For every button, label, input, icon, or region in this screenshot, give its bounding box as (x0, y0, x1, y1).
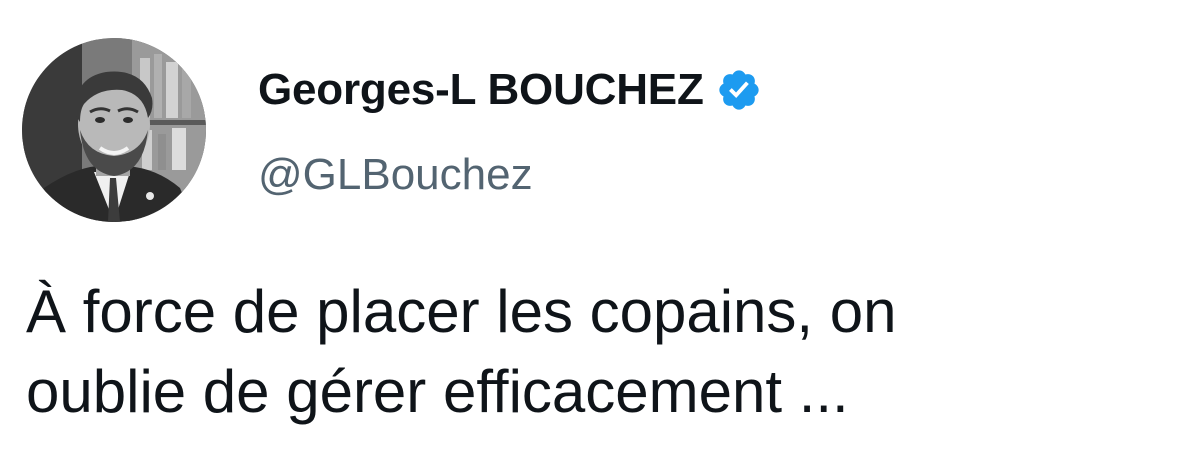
tweet-text-line: oublie de gérer efficacement ... (26, 358, 849, 425)
avatar[interactable] (22, 38, 206, 222)
tweet-text: À force de placer les copains, on oublie… (26, 272, 1186, 432)
tweet-text-line: À force de placer les copains, on (26, 278, 897, 345)
tweet-card[interactable]: Georges-L BOUCHEZ @GLBouchez À force de … (0, 0, 1200, 467)
author-handle[interactable]: @GLBouchez (258, 150, 533, 200)
author-name-row[interactable]: Georges-L BOUCHEZ (258, 62, 762, 118)
author-display-name[interactable]: Georges-L BOUCHEZ (258, 65, 704, 115)
verified-badge-icon (716, 67, 762, 113)
avatar-photo (22, 38, 206, 222)
